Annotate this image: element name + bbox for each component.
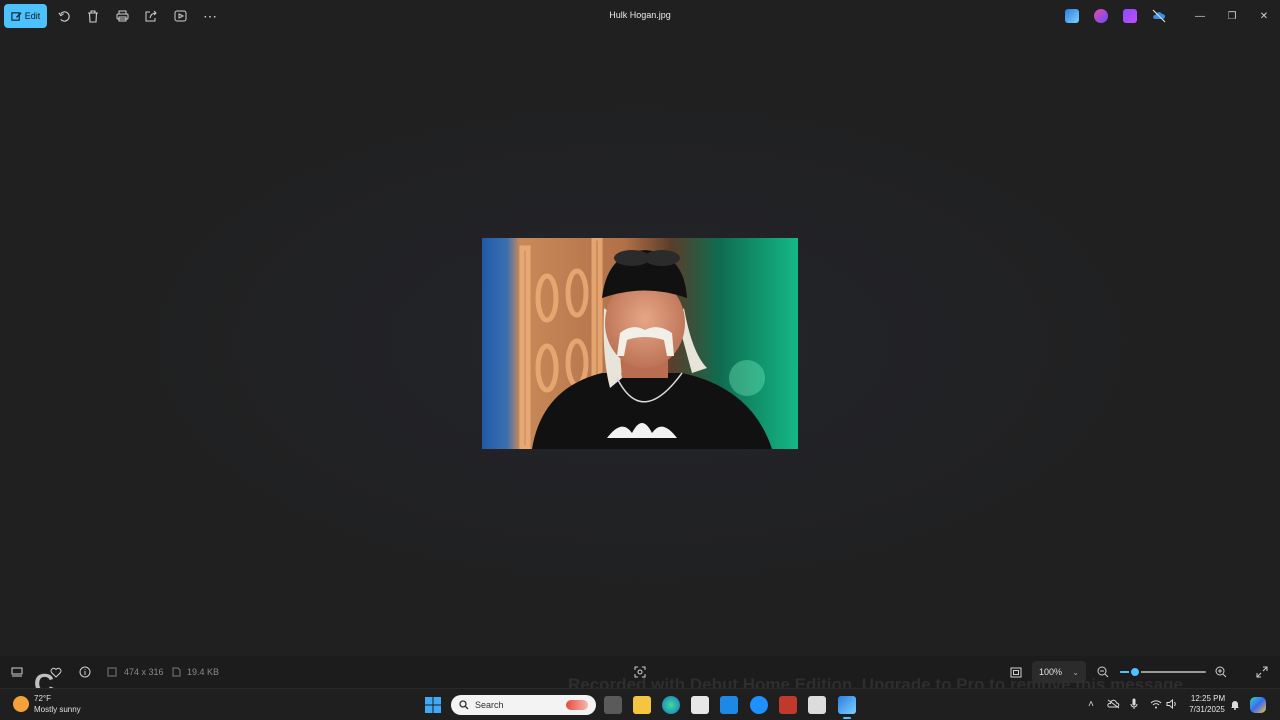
file-info-button[interactable] [78,665,92,679]
filmstrip-icon [11,667,23,677]
store-icon[interactable] [691,696,709,714]
search-label: Search [475,700,504,710]
more-icon: ⋯ [203,7,217,24]
designer-app-icon[interactable] [1094,9,1108,23]
share-button[interactable] [139,5,163,27]
edit-icon [11,11,22,21]
dimensions-icon [105,665,119,679]
volume-icon[interactable] [1165,697,1179,711]
delete-icon [88,9,98,23]
taskbar-search[interactable]: Search [451,695,596,715]
wifi-icon[interactable] [1149,697,1163,711]
photos-taskbar-icon[interactable] [838,696,856,714]
info-icon [79,666,91,678]
weather-app-icon[interactable] [720,696,738,714]
onedrive-tray-icon[interactable] [1106,697,1120,711]
clock-time[interactable]: 12:25 PM [1188,694,1228,703]
slideshow-button[interactable] [168,5,192,27]
weather-condition[interactable]: Mostly sunny [34,705,81,714]
title-bar: Edit ⋯ Hulk Hogan.jpg — ❐ ✕ [0,0,1280,32]
rotate-button[interactable] [52,5,76,27]
file-size: 19.4 KB [187,667,220,677]
taskbar: 72°F Mostly sunny Search ˄ 12:25 PM 7/31… [0,688,1280,720]
window-title: Hulk Hogan.jpg [609,10,671,20]
slideshow-icon [174,10,186,22]
windows-logo-icon [425,697,441,713]
mcafee-icon[interactable] [779,696,797,714]
delete-button[interactable] [81,5,105,27]
tray-overflow-chevron-icon[interactable]: ˄ [1084,697,1098,711]
close-button[interactable]: ✕ [1256,8,1272,24]
minimize-button[interactable]: — [1192,8,1208,24]
active-app-indicator [843,717,851,719]
edge-browser-icon[interactable] [662,696,680,714]
share-icon [145,10,157,22]
photos-app-icon[interactable] [1065,9,1079,23]
rotate-icon [57,10,70,22]
copilot-icon[interactable] [1250,697,1266,713]
image-dimensions: 474 x 316 [124,667,164,677]
weather-sun-icon[interactable] [13,696,29,712]
microphone-icon[interactable] [1127,697,1141,711]
restore-button[interactable]: ❐ [1224,8,1240,24]
task-view-icon[interactable] [604,696,622,714]
search-icon [459,700,469,710]
clipchamp-app-icon[interactable] [1123,9,1137,23]
file-explorer-icon[interactable] [633,696,651,714]
search-highlight-icon [566,700,588,710]
fullscreen-button[interactable] [1255,665,1269,679]
internet-explorer-icon[interactable] [750,696,768,714]
print-icon [116,10,128,22]
edit-button[interactable]: Edit [4,4,47,28]
clock-date[interactable]: 7/31/2025 [1184,705,1230,714]
weather-temperature[interactable]: 72°F [34,694,51,703]
zoom-in-button[interactable] [1214,665,1228,679]
filmstrip-button[interactable] [10,665,24,679]
photo-image [482,238,798,449]
onedrive-offline-icon[interactable] [1152,9,1166,23]
zoom-in-icon [1215,666,1227,678]
expand-icon [1256,666,1268,678]
edit-label: Edit [24,11,41,21]
print-button[interactable] [110,5,134,27]
start-button[interactable] [424,696,442,714]
more-options-button[interactable]: ⋯ [198,5,222,27]
file-size-icon [169,665,183,679]
notification-bell-icon[interactable] [1228,697,1242,711]
notepad-icon[interactable] [808,696,826,714]
